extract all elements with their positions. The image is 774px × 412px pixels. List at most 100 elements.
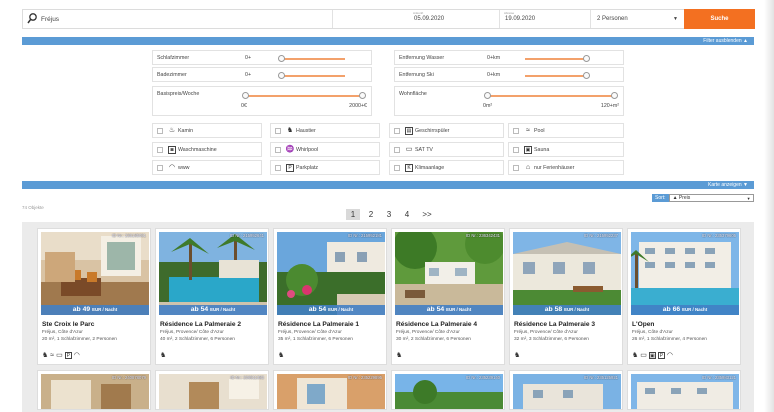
listing-photo[interactable]: ID Nr.: 236342431 ab 54 EUR / Nacht — [395, 232, 503, 315]
listing-photo[interactable]: ID Nr.: 236185051 ab 49 EUR / Nacht — [41, 232, 149, 315]
amenity-pool[interactable]: ≈ Pool — [508, 123, 624, 138]
listing-id: ID Nr.: 235125921 — [584, 375, 618, 380]
listing-amenities: ♞ ≈ ▭ P ◠ — [42, 351, 80, 359]
hide-filter-bar[interactable]: Filter ausblenden ▲ — [22, 37, 754, 45]
amenity-waschmaschine[interactable]: ◙ Waschmaschine — [152, 142, 262, 157]
listing-id: ID Nr.: 215952237 — [584, 233, 618, 238]
listing-title[interactable]: Résidence La Palmeraie 4 — [396, 321, 477, 328]
slider-handle[interactable] — [583, 72, 590, 79]
listing-id: ID Nr.: 236342431 — [466, 233, 500, 238]
range-handle-min[interactable] — [484, 92, 491, 99]
checkbox[interactable] — [275, 127, 281, 134]
photo-image — [277, 232, 385, 315]
page-link-1[interactable]: 1 — [346, 209, 360, 220]
dropdown-caret-icon: ▼ — [746, 196, 751, 201]
listing-card[interactable]: ID Nr.: 235125921 — [509, 370, 623, 410]
checkbox[interactable] — [394, 164, 400, 171]
listing-title[interactable]: Ste Croix le Parc — [42, 321, 94, 328]
arrival-date-field[interactable]: Ankunft 05.09.2020 — [409, 10, 500, 28]
listing-card[interactable]: ID Nr.: 236511383 — [155, 370, 269, 410]
listing-card[interactable]: ID Nr.: 215952641 ab 54 EUR / Nacht Rési… — [155, 228, 269, 365]
filter-label: Basispreis/Woche — [157, 91, 200, 97]
location-input[interactable]: Fréjus — [23, 10, 333, 28]
listing-title[interactable]: L'Open — [632, 321, 654, 328]
pool-icon: ≈ — [526, 126, 530, 134]
listing-card[interactable]: ID Nr.: 240878079 — [37, 370, 151, 410]
amenity-www[interactable]: ◠ www — [152, 160, 262, 175]
persons-select[interactable]: 2 Personen ▼ — [591, 10, 684, 28]
listing-photo[interactable]: ID Nr.: 215952641 ab 54 EUR / Nacht — [159, 232, 267, 315]
listing-title[interactable]: Résidence La Palmeraie 3 — [514, 321, 595, 328]
listing-photo[interactable]: ID Nr.: 235229895 — [277, 374, 385, 409]
checkbox[interactable] — [513, 164, 519, 171]
price-badge: ab 58 EUR / Nacht — [513, 305, 621, 315]
range-handle-min[interactable] — [242, 92, 249, 99]
amenity-label: Pool — [534, 127, 545, 134]
parking-icon: P — [657, 351, 665, 359]
amenity-kamin[interactable]: ♨ Kamin — [152, 123, 262, 138]
amenity-sat-tv[interactable]: ▭ SAT TV — [389, 142, 504, 157]
amenity-label: Waschmaschine — [178, 146, 217, 153]
page-next[interactable]: >> — [418, 209, 436, 220]
amenity-geschirrspueler[interactable]: ▤ Geschirrspüler — [389, 123, 504, 138]
amenity-klimaanlage[interactable]: K Klimaanlage — [389, 160, 504, 175]
tv-icon: ▭ — [56, 352, 63, 359]
arrival-label: Ankunft — [413, 11, 424, 15]
listing-photo[interactable]: ID Nr.: 235125921 — [513, 374, 621, 409]
listing-card[interactable]: ID Nr.: 236342431 ab 54 EUR / Nacht Rési… — [391, 228, 505, 365]
listing-card[interactable]: ID Nr.: 236185051 ab 49 EUR / Nacht Ste … — [37, 228, 151, 365]
listing-card[interactable]: ID Nr.: 235379605 ab 66 EUR / Nacht L'Op… — [627, 228, 741, 365]
listing-title[interactable]: Résidence La Palmeraie 2 — [160, 321, 241, 328]
listing-photo[interactable]: ID Nr.: 215952237 ab 58 EUR / Nacht — [513, 232, 621, 315]
slider-handle[interactable] — [583, 55, 590, 62]
sort-select[interactable]: ▲ Preis ▼ — [668, 194, 754, 202]
listing-card[interactable]: ID Nr.: 235229895 — [273, 370, 387, 410]
range-handle-max[interactable] — [611, 92, 618, 99]
parking-icon: P — [286, 163, 294, 172]
listing-title[interactable]: Résidence La Palmeraie 1 — [278, 321, 359, 328]
listing-photo[interactable]: ID Nr.: 240878079 — [41, 374, 149, 409]
amenity-label: nur Ferienhäuser — [534, 164, 575, 171]
listing-photo[interactable]: ID Nr.: 215952181 ab 54 EUR / Nacht — [277, 232, 385, 315]
range-handle-max[interactable] — [359, 92, 366, 99]
listing-photo[interactable]: ID Nr.: 235983121 — [631, 374, 739, 409]
parking-icon: P — [64, 351, 72, 359]
listing-photo[interactable]: ID Nr.: 235239140 — [395, 374, 503, 409]
slider-handle[interactable] — [278, 55, 285, 62]
page-link-4[interactable]: 4 — [400, 209, 414, 220]
listing-card[interactable]: ID Nr.: 215952237 ab 58 EUR / Nacht Rési… — [509, 228, 623, 365]
listing-photo[interactable]: ID Nr.: 236511383 — [159, 374, 267, 409]
listing-details: 26 m², 1 Schlafzimmer, 4 Personen — [632, 337, 707, 342]
amenity-nur-ferienhaeuser[interactable]: ⌂ nur Ferienhäuser — [508, 160, 624, 175]
checkbox[interactable] — [513, 146, 519, 153]
search-button[interactable]: Suche — [684, 9, 755, 29]
checkbox[interactable] — [275, 164, 281, 171]
search-bar: Fréjus Ankunft 05.09.2020 Abreise 19.09.… — [22, 9, 755, 29]
checkbox[interactable] — [513, 127, 519, 134]
checkbox[interactable] — [157, 164, 163, 171]
checkbox[interactable] — [394, 146, 400, 153]
show-map-bar[interactable]: Karte anzeigen ▼ — [22, 181, 754, 189]
amenity-parkplatz[interactable]: P Parkplatz — [270, 160, 380, 175]
checkbox[interactable] — [157, 127, 163, 134]
slider-track — [278, 72, 345, 79]
slider-handle[interactable] — [278, 72, 285, 79]
page-link-2[interactable]: 2 — [364, 209, 378, 220]
amenity-whirlpool[interactable]: ♒ Whirlpool — [270, 142, 380, 157]
dropdown-caret-icon: ▼ — [673, 16, 678, 22]
listing-photo[interactable]: ID Nr.: 235379605 ab 66 EUR / Nacht — [631, 232, 739, 315]
listing-card[interactable]: ID Nr.: 235983121 — [627, 370, 741, 410]
aircon-icon: K — [405, 163, 413, 172]
listing-card[interactable]: ID Nr.: 215952181 ab 54 EUR / Nacht Rési… — [273, 228, 387, 365]
photo-image — [631, 232, 739, 315]
listing-card[interactable]: ID Nr.: 235239140 — [391, 370, 505, 410]
checkbox[interactable] — [394, 127, 400, 134]
checkbox[interactable] — [157, 146, 163, 153]
page-link-3[interactable]: 3 — [382, 209, 396, 220]
departure-date-field[interactable]: Abreise 19.09.2020 — [500, 10, 591, 28]
amenity-sauna[interactable]: ▣ Sauna — [508, 142, 624, 157]
listing-location: Fréjus, Côte d'Azur — [632, 330, 673, 335]
checkbox[interactable] — [275, 146, 281, 153]
listing-details: 30 m², 2 Schlafzimmer, 6 Personen — [396, 337, 471, 342]
amenity-haustier[interactable]: ♞ Haustier — [270, 123, 380, 138]
